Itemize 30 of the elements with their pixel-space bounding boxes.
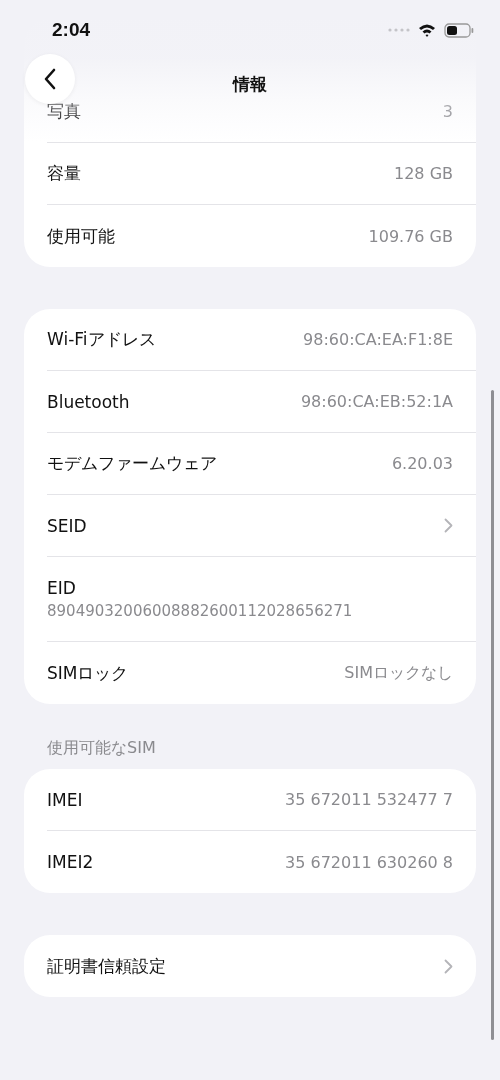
row-label: Wi-Fiアドレス [47, 328, 156, 351]
row-label: Bluetooth [47, 391, 130, 412]
row-label[interactable]: 証明書信頼設定 [47, 954, 166, 978]
row-value: 109.76 GB [368, 226, 453, 246]
wifi-icon [418, 23, 436, 37]
status-time: 2:04 [52, 19, 91, 41]
battery-icon [444, 22, 474, 38]
row-value: 98:60:CA:EA:F1:8E [303, 330, 453, 349]
row-label: EID [47, 578, 76, 598]
chevron-icon [444, 518, 453, 533]
row-value: 128 GB [394, 164, 453, 183]
page-title: 情報 [233, 72, 267, 96]
row-value: 6.20.03 [391, 454, 453, 473]
row-label: 容量 [47, 162, 81, 185]
row-label: モデムファームウェア [47, 452, 217, 475]
row-value: 89049032006008882600112028656271 [47, 602, 353, 620]
row-value: 35 672011 630260 8 [285, 852, 453, 872]
row-label: IMEI2 [47, 852, 94, 872]
row-value: 3 [442, 102, 453, 121]
chevron-icon [444, 958, 453, 974]
row-label: SIMロック [47, 661, 129, 685]
row-label[interactable]: SEID [47, 515, 87, 536]
row-value: SIMロックなし [344, 662, 453, 684]
row-value: 98:60:CA:EB:52:1A [300, 392, 453, 411]
row-value: 35 672011 532477 7 [285, 790, 453, 809]
row-label: 写真 [47, 100, 81, 123]
section-header: 使用可能なSIM [46, 738, 157, 759]
back-icon [43, 68, 57, 90]
row-label: IMEI [47, 789, 83, 810]
row-label: 使用可能 [47, 224, 115, 248]
